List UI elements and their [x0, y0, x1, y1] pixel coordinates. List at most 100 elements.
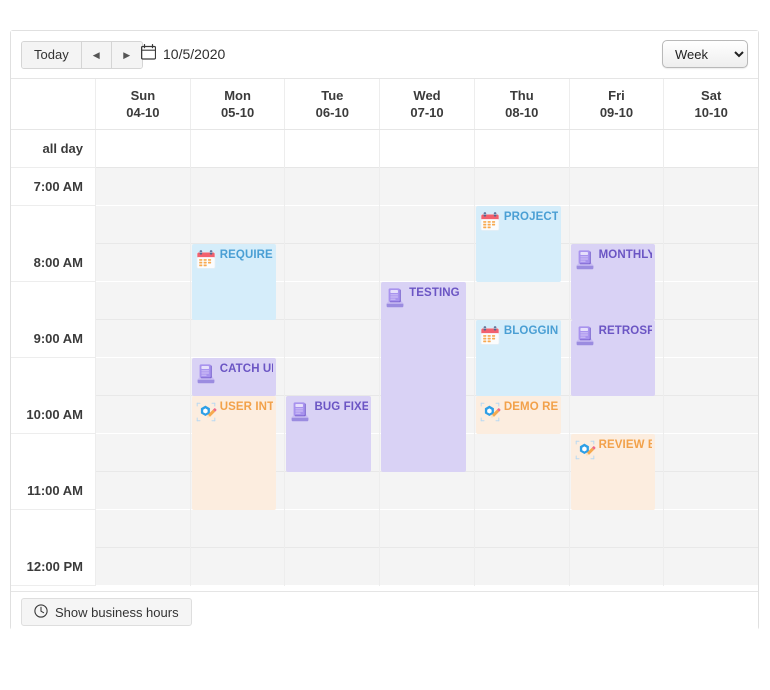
time-slot[interactable] [380, 472, 474, 510]
view-select[interactable]: DayWeekMonthAgendaTimeline [662, 40, 748, 68]
time-slot[interactable] [664, 168, 758, 206]
all-day-slot[interactable] [190, 130, 285, 168]
time-slot[interactable] [96, 358, 190, 396]
time-slot[interactable] [190, 510, 285, 548]
event-title: REVIEW BETA USERS FEEDBACK [598, 439, 653, 451]
time-slot[interactable] [190, 168, 285, 206]
time-slot[interactable] [569, 510, 664, 548]
day-header-date: 05-10 [220, 105, 255, 120]
time-slot[interactable] [96, 396, 190, 434]
time-slot[interactable] [190, 320, 285, 358]
time-slot[interactable] [664, 510, 758, 548]
time-slot[interactable] [380, 510, 474, 548]
event-blogging-and-comments[interactable]: BLOGGING AND COMMENTS [475, 320, 561, 396]
time-slot[interactable] [664, 282, 758, 320]
time-slot[interactable] [96, 282, 190, 320]
time-slot[interactable] [190, 548, 285, 586]
time-slot[interactable] [285, 358, 380, 396]
time-axis-hour-label: 11:00 AM [11, 472, 95, 510]
all-day-slot[interactable] [285, 130, 380, 168]
time-slot[interactable] [190, 206, 285, 244]
time-slot[interactable] [96, 548, 190, 586]
time-slot[interactable] [285, 548, 380, 586]
time-slot[interactable] [96, 434, 190, 472]
time-slot[interactable] [664, 358, 758, 396]
time-slot[interactable] [474, 472, 569, 510]
time-axis-hour-label: 12:00 PM [11, 548, 95, 586]
time-axis-half-hour [11, 282, 95, 320]
event-bug-fixes-report-presentation[interactable]: BUG FIXES REPORT PRESENTATION [286, 396, 372, 472]
time-slot[interactable] [664, 472, 758, 510]
time-slot[interactable] [569, 206, 664, 244]
time-slot[interactable] [569, 548, 664, 586]
all-day-slot[interactable] [569, 130, 664, 168]
day-header-wed[interactable]: Wed 07-10 [380, 79, 475, 129]
time-slot[interactable] [285, 282, 380, 320]
time-slot[interactable] [380, 168, 474, 206]
time-slot[interactable] [380, 244, 474, 282]
time-slot[interactable] [96, 472, 190, 510]
time-slot[interactable] [474, 168, 569, 206]
time-slot[interactable] [474, 282, 569, 320]
day-header-sat[interactable]: Sat 10-10 [664, 79, 758, 129]
time-axis-hour-label: 10:00 AM [11, 396, 95, 434]
time-slot[interactable] [285, 472, 380, 510]
time-slot[interactable] [380, 548, 474, 586]
time-slot[interactable] [96, 320, 190, 358]
all-day-slot[interactable] [474, 130, 569, 168]
today-button[interactable]: Today [22, 42, 82, 68]
time-grid: all day 7:00 AM 8:00 AM 9:00 AM 10:00 AM 11:0… [11, 130, 758, 586]
day-header-tue[interactable]: Tue 06-10 [285, 79, 381, 129]
day-header-fri[interactable]: Fri 09-10 [570, 79, 665, 129]
time-slot[interactable] [96, 168, 190, 206]
all-day-slot[interactable] [380, 130, 474, 168]
time-axis-half-hour [11, 434, 95, 472]
time-slot[interactable] [569, 396, 664, 434]
time-slot[interactable] [474, 510, 569, 548]
event-catch-up[interactable]: CATCH UP [191, 358, 277, 396]
day-header-sun[interactable]: Sun 04-10 [96, 79, 191, 129]
all-day-slot[interactable] [96, 130, 190, 168]
time-slot[interactable] [664, 206, 758, 244]
time-slot[interactable] [380, 206, 474, 244]
event-requirements-analysis[interactable]: REQUIREMENTS ANALYSIS [191, 244, 277, 320]
day-header-thu[interactable]: Thu 08-10 [475, 79, 570, 129]
time-slot[interactable] [96, 510, 190, 548]
time-slot[interactable] [285, 206, 380, 244]
time-slot[interactable] [664, 548, 758, 586]
all-day-slot[interactable] [664, 130, 758, 168]
time-slot[interactable] [664, 434, 758, 472]
time-grid-scroll[interactable]: all day 7:00 AM 8:00 AM 9:00 AM 10:00 AM 11:0… [11, 130, 758, 590]
time-slot[interactable] [285, 244, 380, 282]
event-retrospective-meeting[interactable]: RETROSPECTIVE MEETING [570, 320, 656, 396]
event-testing-training[interactable]: TESTING TRAINING [381, 282, 466, 472]
event-demo-revision[interactable]: DEMO REVISION [475, 396, 561, 434]
event-review-beta-users-feedback[interactable]: REVIEW BETA USERS FEEDBACK [570, 434, 656, 510]
time-slot[interactable] [285, 168, 380, 206]
time-slot[interactable] [474, 434, 569, 472]
time-slot[interactable] [569, 168, 664, 206]
day-header-date: 08-10 [505, 105, 539, 120]
day-header-name: Tue [321, 88, 344, 103]
next-period-button[interactable]: ▶ [111, 42, 142, 68]
document-icon [574, 249, 596, 271]
time-axis-column: all day 7:00 AM 8:00 AM 9:00 AM 10:00 AM 11:0… [11, 130, 96, 586]
event-project-proposal-estimation[interactable]: PROJECT PROPOSAL ESTIMATION [475, 206, 561, 282]
event-monthly-planning[interactable]: MONTHLY PLANNING [570, 244, 656, 320]
previous-period-button[interactable]: ◀ [81, 42, 112, 68]
show-business-hours-button[interactable]: Show business hours [21, 598, 192, 626]
time-slot[interactable] [285, 320, 380, 358]
time-slot[interactable] [664, 396, 758, 434]
chevron-right-icon: ▶ [123, 49, 131, 60]
day-header-mon[interactable]: Mon 05-10 [191, 79, 286, 129]
day-header-name: Mon [224, 88, 251, 103]
time-slot[interactable] [474, 548, 569, 586]
current-date-display[interactable]: 10/5/2020 [140, 41, 225, 67]
time-slot[interactable] [96, 206, 190, 244]
chevron-left-icon: ◀ [92, 49, 100, 60]
time-slot[interactable] [96, 244, 190, 282]
event-user-interview[interactable]: USER INTERVIEW [191, 396, 277, 510]
time-slot[interactable] [664, 320, 758, 358]
time-slot[interactable] [664, 244, 758, 282]
time-slot[interactable] [285, 510, 380, 548]
